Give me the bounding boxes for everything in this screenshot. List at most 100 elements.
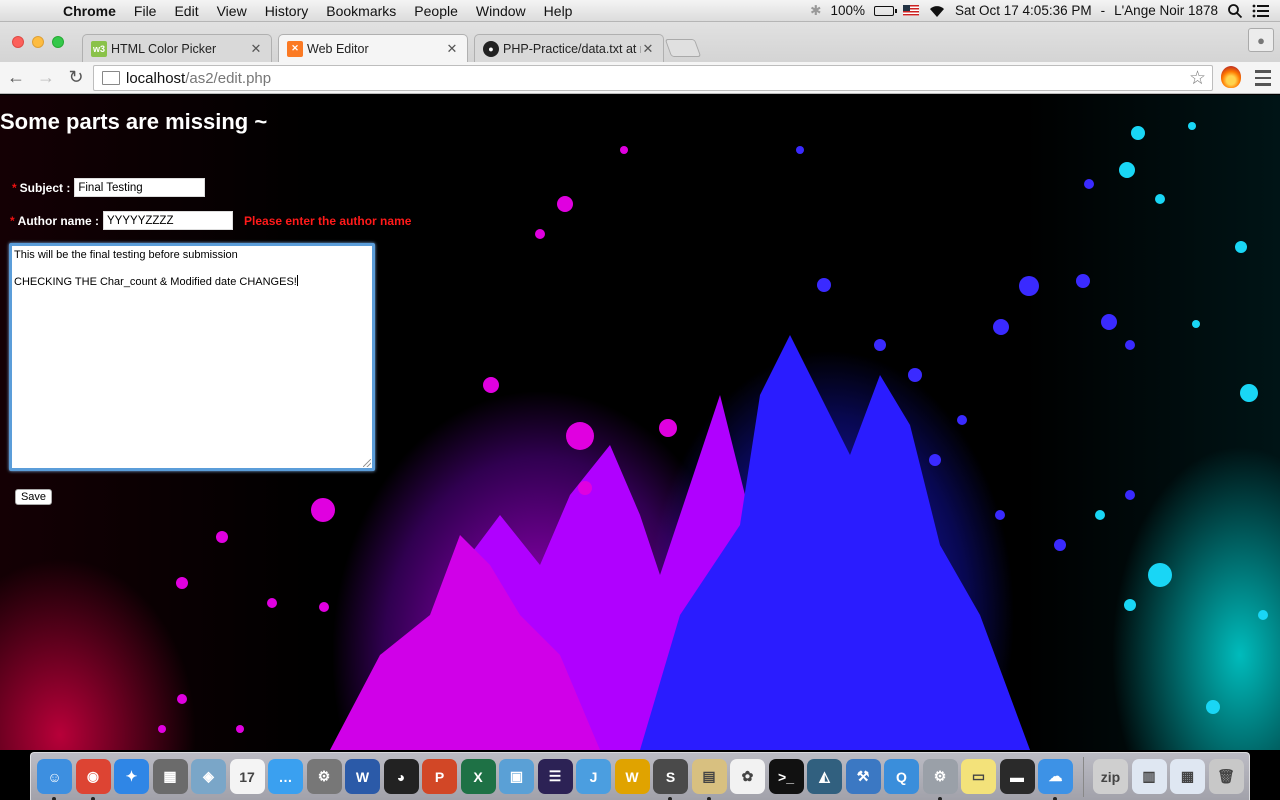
battery-percent[interactable]: 100% — [830, 3, 865, 18]
dock-trash-icon[interactable]: 🗑 — [1208, 759, 1244, 794]
dock-wunderlist-icon[interactable]: W — [614, 759, 650, 794]
reload-icon[interactable]: ↻ — [62, 64, 90, 92]
dock-system-preferences-icon[interactable]: ⚙ — [306, 759, 342, 794]
separator-dash: - — [1100, 3, 1106, 18]
text-caret — [296, 275, 298, 286]
subject-row: * Subject : — [12, 178, 206, 197]
menu-bar: Chrome File Edit View History Bookmarks … — [0, 0, 1280, 22]
menu-bookmarks[interactable]: Bookmarks — [317, 3, 405, 19]
content-line-2-wrapper: CHECKING THE Char_count & Modified date … — [14, 275, 370, 289]
dock-icloud-icon[interactable]: ☁ — [1038, 759, 1073, 800]
xampp-favicon-icon: ✕ — [287, 40, 303, 57]
menu-help[interactable]: Help — [535, 3, 582, 19]
clock[interactable]: Sat Oct 17 4:05:36 PM — [955, 3, 1092, 18]
bluetooth-icon[interactable]: ✱ — [810, 3, 821, 19]
tab-title: Web Editor — [307, 41, 369, 56]
menu-window[interactable]: Window — [467, 3, 535, 19]
subject-input[interactable] — [74, 178, 206, 197]
battery-icon[interactable] — [874, 5, 898, 16]
back-arrow-icon[interactable]: ← — [2, 64, 30, 92]
dock-separator — [1082, 756, 1084, 797]
subject-label: Subject : — [19, 180, 71, 195]
menu-edit[interactable]: Edit — [165, 3, 207, 19]
page-viewport: Some parts are missing ~ * Subject : * A… — [0, 95, 1280, 750]
menu-history[interactable]: History — [256, 3, 318, 19]
dock-terminal-icon[interactable]: >_ — [768, 759, 804, 794]
page-icon — [102, 71, 120, 85]
tab-close-icon[interactable]: ✕ — [641, 41, 655, 57]
chrome-menu-icon[interactable] — [1253, 66, 1273, 88]
forward-arrow-icon[interactable]: → — [32, 64, 60, 92]
resize-grip-icon[interactable] — [363, 459, 371, 467]
dock-safari-icon[interactable]: ✦ — [114, 759, 149, 794]
w3schools-favicon-icon: w3 — [91, 40, 107, 57]
github-favicon-icon: ● — [483, 40, 499, 57]
tab-close-icon[interactable]: ✕ — [249, 41, 263, 57]
dock-settings-gear-icon[interactable]: ⚙ — [922, 759, 958, 800]
dock-photos-icon[interactable]: ✿ — [730, 759, 765, 794]
dock-folder-notes-icon[interactable]: ▤ — [691, 759, 727, 800]
dock-qq-icon[interactable]: ◕ — [383, 759, 419, 794]
tab-github-data-txt[interactable]: ● PHP-Practice/data.txt at m ✕ — [474, 34, 664, 62]
dock: ☺ ◉ ✦ ▦ ◈ 17… ⚙ W ◕ P X ▣ ☰ J W S ▤ ✿ >_ ◭ ⚒ Q ⚙ ▭ ▬ ☁ zip ▥ ▦ 🗑 — [30, 752, 1250, 800]
input-source-flag-icon[interactable] — [903, 5, 920, 16]
required-marker: * — [12, 180, 17, 195]
author-input[interactable] — [103, 211, 234, 230]
edit-form: Some parts are missing ~ * Subject : * A… — [0, 95, 520, 525]
spotlight-search-icon[interactable] — [1227, 3, 1243, 19]
tab-strip: w3 HTML Color Picker ✕ ✕ Web Editor ✕ ● … — [0, 22, 1280, 62]
zoom-window-button[interactable] — [52, 36, 64, 48]
dock-quicktime-icon[interactable]: Q — [884, 759, 919, 794]
dock-chrome-icon[interactable]: ◉ — [75, 759, 111, 800]
tab-html-color-picker[interactable]: w3 HTML Color Picker ✕ — [82, 34, 272, 62]
author-error-message: Please enter the author name — [244, 213, 412, 228]
tab-title: PHP-Practice/data.txt at m — [503, 41, 641, 56]
dock-stickies-icon[interactable]: ▭ — [961, 759, 996, 794]
author-label: Author name : — [17, 213, 100, 228]
profile-avatar-icon[interactable]: ● — [1248, 28, 1274, 52]
dock-eclipse-icon[interactable]: ☰ — [537, 759, 573, 794]
user-name[interactable]: L'Ange Noir 1878 — [1114, 3, 1218, 18]
dock-word-icon[interactable]: W — [345, 759, 380, 794]
content-line-1: This will be the final testing before su… — [14, 249, 238, 261]
url-host: localhost — [126, 69, 186, 87]
dock-sublime-text-icon[interactable]: S — [653, 759, 688, 800]
dock-preview-icon[interactable]: ◈ — [191, 759, 226, 794]
minimize-window-button[interactable] — [32, 36, 44, 48]
menu-people[interactable]: People — [405, 3, 467, 19]
new-tab-button[interactable] — [664, 39, 702, 57]
browser-toolbar: ← → ↻ localhost /as2/edit.php ☆ — [0, 62, 1280, 94]
save-button[interactable]: Save — [15, 489, 52, 505]
content-line-2: CHECKING THE Char_count & Modified date … — [14, 276, 297, 288]
bookmark-star-icon[interactable]: ☆ — [1189, 67, 1206, 90]
dock-powerpoint-icon[interactable]: P — [422, 759, 457, 794]
menu-view[interactable]: View — [208, 3, 256, 19]
dock-virtualbox-icon[interactable]: ▣ — [499, 759, 534, 794]
notification-center-icon[interactable] — [1252, 4, 1270, 18]
menu-file[interactable]: File — [125, 3, 166, 19]
dock-excel-icon[interactable]: X — [460, 759, 496, 794]
author-row: * Author name : Please enter the author … — [10, 211, 411, 230]
dock-messages-icon[interactable]: … — [268, 759, 303, 794]
dock-finder-icon[interactable]: ☺ — [37, 759, 72, 800]
wifi-icon[interactable] — [928, 4, 946, 18]
dock-archive-utility-icon[interactable]: zip — [1093, 759, 1128, 794]
dock-downloads-folder-icon[interactable]: ▦ — [1170, 759, 1205, 794]
dock-mysql-workbench-icon[interactable]: ◭ — [807, 759, 842, 794]
dock-xcode-icon[interactable]: ⚒ — [845, 759, 881, 794]
dock-calculator-icon[interactable]: ▦ — [152, 759, 188, 794]
extension-fire-icon[interactable] — [1221, 66, 1241, 88]
menu-app-chrome[interactable]: Chrome — [54, 3, 125, 19]
required-marker: * — [10, 213, 15, 228]
dock-printer-icon[interactable]: ▬ — [999, 759, 1035, 794]
close-window-button[interactable] — [12, 36, 24, 48]
address-bar[interactable]: localhost /as2/edit.php ☆ — [93, 65, 1213, 91]
content-textarea[interactable]: This will be the final testing before su… — [9, 243, 375, 471]
tab-close-icon[interactable]: ✕ — [445, 41, 459, 57]
dock-desktop-folder-icon[interactable]: ▥ — [1131, 759, 1167, 794]
tab-web-editor[interactable]: ✕ Web Editor ✕ — [278, 34, 468, 62]
dock-calendar-icon[interactable]: 17 — [229, 759, 265, 794]
status-area: ✱ 100% Sat Oct 17 4:05:36 PM - L'Ange No… — [810, 3, 1280, 19]
page-heading: Some parts are missing ~ — [0, 109, 268, 134]
dock-jira-icon[interactable]: J — [576, 759, 611, 794]
